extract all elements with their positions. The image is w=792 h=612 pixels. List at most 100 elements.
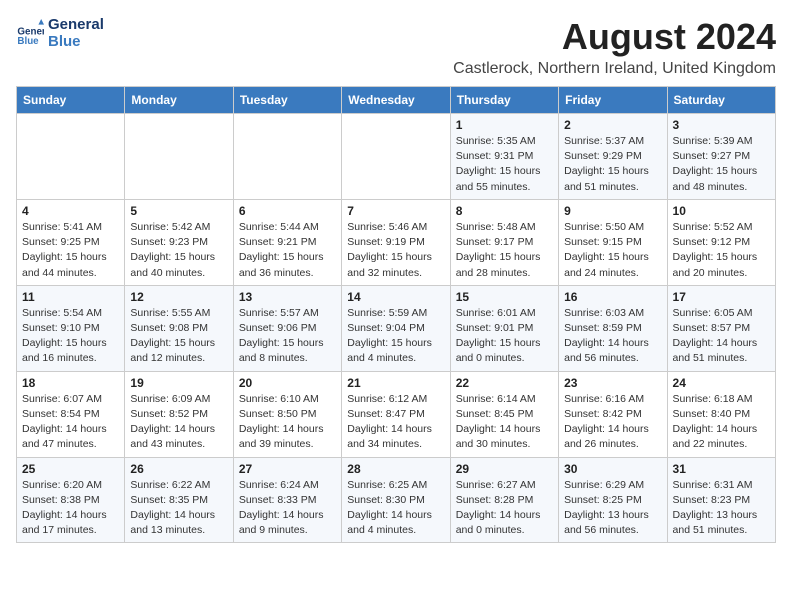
day-detail: Sunrise: 6:31 AMSunset: 8:23 PMDaylight:… <box>673 478 770 539</box>
calendar-cell <box>233 114 341 200</box>
day-detail: Sunrise: 6:03 AMSunset: 8:59 PMDaylight:… <box>564 306 661 367</box>
day-detail: Sunrise: 6:10 AMSunset: 8:50 PMDaylight:… <box>239 392 336 453</box>
day-detail: Sunrise: 6:05 AMSunset: 8:57 PMDaylight:… <box>673 306 770 367</box>
day-detail: Sunrise: 6:14 AMSunset: 8:45 PMDaylight:… <box>456 392 553 453</box>
day-number: 6 <box>239 204 336 218</box>
day-detail: Sunrise: 5:42 AMSunset: 9:23 PMDaylight:… <box>130 220 227 281</box>
calendar-cell: 14 Sunrise: 5:59 AMSunset: 9:04 PMDayligh… <box>342 285 450 371</box>
calendar-cell <box>125 114 233 200</box>
weekday-header-thursday: Thursday <box>450 87 558 114</box>
day-number: 17 <box>673 290 770 304</box>
day-number: 15 <box>456 290 553 304</box>
day-detail: Sunrise: 5:35 AMSunset: 9:31 PMDaylight:… <box>456 134 553 195</box>
day-number: 7 <box>347 204 444 218</box>
day-number: 28 <box>347 462 444 476</box>
calendar-cell: 3 Sunrise: 5:39 AMSunset: 9:27 PMDaylight… <box>667 114 775 200</box>
logo-text-blue: Blue <box>48 33 104 50</box>
calendar-cell <box>17 114 125 200</box>
weekday-header-row: SundayMondayTuesdayWednesdayThursdayFrid… <box>17 87 776 114</box>
weekday-header-friday: Friday <box>559 87 667 114</box>
day-detail: Sunrise: 5:46 AMSunset: 9:19 PMDaylight:… <box>347 220 444 281</box>
day-number: 16 <box>564 290 661 304</box>
calendar-cell: 13Sunrise: 5:57 AMSunset: 9:06 PMDayligh… <box>233 285 341 371</box>
logo-icon: General Blue <box>16 19 44 47</box>
calendar-week-1: 1 Sunrise: 5:35 AMSunset: 9:31 PMDaylight… <box>17 114 776 200</box>
day-detail: Sunrise: 5:52 AMSunset: 9:12 PMDaylight:… <box>673 220 770 281</box>
weekday-header-tuesday: Tuesday <box>233 87 341 114</box>
day-number: 14 <box>347 290 444 304</box>
day-detail: Sunrise: 5:39 AMSunset: 9:27 PMDaylight:… <box>673 134 770 195</box>
weekday-header-wednesday: Wednesday <box>342 87 450 114</box>
day-number: 22 <box>456 376 553 390</box>
day-number: 19 <box>130 376 227 390</box>
day-detail: Sunrise: 6:09 AMSunset: 8:52 PMDaylight:… <box>130 392 227 453</box>
day-number: 11 <box>22 290 119 304</box>
day-detail: Sunrise: 6:24 AMSunset: 8:33 PMDaylight:… <box>239 478 336 539</box>
day-number: 1 <box>456 118 553 132</box>
calendar-cell: 9 Sunrise: 5:50 AMSunset: 9:15 PMDaylight… <box>559 199 667 285</box>
day-detail: Sunrise: 5:48 AMSunset: 9:17 PMDaylight:… <box>456 220 553 281</box>
day-number: 31 <box>673 462 770 476</box>
month-year-title: August 2024 <box>453 16 776 58</box>
day-number: 18 <box>22 376 119 390</box>
calendar-week-3: 11 Sunrise: 5:54 AMSunset: 9:10 PMDayligh… <box>17 285 776 371</box>
day-detail: Sunrise: 5:37 AMSunset: 9:29 PMDaylight:… <box>564 134 661 195</box>
calendar-cell: 10Sunrise: 5:52 AMSunset: 9:12 PMDayligh… <box>667 199 775 285</box>
day-number: 29 <box>456 462 553 476</box>
day-detail: Sunrise: 6:29 AMSunset: 8:25 PMDaylight:… <box>564 478 661 539</box>
calendar-cell: 17 Sunrise: 6:05 AMSunset: 8:57 PMDayligh… <box>667 285 775 371</box>
day-detail: Sunrise: 5:41 AMSunset: 9:25 PMDaylight:… <box>22 220 119 281</box>
day-detail: Sunrise: 6:01 AMSunset: 9:01 PMDaylight:… <box>456 306 553 367</box>
day-detail: Sunrise: 6:18 AMSunset: 8:40 PMDaylight:… <box>673 392 770 453</box>
day-detail: Sunrise: 6:27 AMSunset: 8:28 PMDaylight:… <box>456 478 553 539</box>
calendar-cell: 30 Sunrise: 6:29 AMSunset: 8:25 PMDayligh… <box>559 457 667 543</box>
calendar-cell: 26 Sunrise: 6:22 AMSunset: 8:35 PMDayligh… <box>125 457 233 543</box>
calendar-cell: 8Sunrise: 5:48 AMSunset: 9:17 PMDaylight… <box>450 199 558 285</box>
day-detail: Sunrise: 5:54 AMSunset: 9:10 PMDaylight:… <box>22 306 119 367</box>
calendar-cell: 24 Sunrise: 6:18 AMSunset: 8:40 PMDayligh… <box>667 371 775 457</box>
weekday-header-monday: Monday <box>125 87 233 114</box>
calendar-cell: 7 Sunrise: 5:46 AMSunset: 9:19 PMDaylight… <box>342 199 450 285</box>
day-number: 12 <box>130 290 227 304</box>
calendar-week-5: 25 Sunrise: 6:20 AMSunset: 8:38 PMDayligh… <box>17 457 776 543</box>
calendar-cell: 11 Sunrise: 5:54 AMSunset: 9:10 PMDayligh… <box>17 285 125 371</box>
day-number: 3 <box>673 118 770 132</box>
day-detail: Sunrise: 6:07 AMSunset: 8:54 PMDaylight:… <box>22 392 119 453</box>
location-subtitle: Castlerock, Northern Ireland, United Kin… <box>453 60 776 78</box>
day-detail: Sunrise: 6:20 AMSunset: 8:38 PMDaylight:… <box>22 478 119 539</box>
calendar-cell: 31 Sunrise: 6:31 AMSunset: 8:23 PMDayligh… <box>667 457 775 543</box>
calendar-cell: 21Sunrise: 6:12 AMSunset: 8:47 PMDayligh… <box>342 371 450 457</box>
calendar-cell: 27 Sunrise: 6:24 AMSunset: 8:33 PMDayligh… <box>233 457 341 543</box>
day-number: 24 <box>673 376 770 390</box>
calendar-cell: 19 Sunrise: 6:09 AMSunset: 8:52 PMDayligh… <box>125 371 233 457</box>
logo: General Blue General Blue <box>16 16 104 51</box>
calendar-cell: 12Sunrise: 5:55 AMSunset: 9:08 PMDayligh… <box>125 285 233 371</box>
day-detail: Sunrise: 5:59 AMSunset: 9:04 PMDaylight:… <box>347 306 444 367</box>
svg-text:Blue: Blue <box>17 36 39 47</box>
calendar-cell <box>342 114 450 200</box>
day-detail: Sunrise: 6:25 AMSunset: 8:30 PMDaylight:… <box>347 478 444 539</box>
day-number: 25 <box>22 462 119 476</box>
day-number: 9 <box>564 204 661 218</box>
calendar-cell: 4 Sunrise: 5:41 AMSunset: 9:25 PMDaylight… <box>17 199 125 285</box>
calendar-cell: 1 Sunrise: 5:35 AMSunset: 9:31 PMDaylight… <box>450 114 558 200</box>
day-number: 21 <box>347 376 444 390</box>
day-detail: Sunrise: 6:22 AMSunset: 8:35 PMDaylight:… <box>130 478 227 539</box>
calendar-table: SundayMondayTuesdayWednesdayThursdayFrid… <box>16 86 776 543</box>
weekday-header-saturday: Saturday <box>667 87 775 114</box>
weekday-header-sunday: Sunday <box>17 87 125 114</box>
calendar-cell: 28 Sunrise: 6:25 AMSunset: 8:30 PMDayligh… <box>342 457 450 543</box>
calendar-cell: 23Sunrise: 6:16 AMSunset: 8:42 PMDayligh… <box>559 371 667 457</box>
day-number: 20 <box>239 376 336 390</box>
title-block: August 2024 Castlerock, Northern Ireland… <box>453 16 776 78</box>
day-number: 26 <box>130 462 227 476</box>
day-detail: Sunrise: 5:44 AMSunset: 9:21 PMDaylight:… <box>239 220 336 281</box>
day-number: 4 <box>22 204 119 218</box>
calendar-cell: 22 Sunrise: 6:14 AMSunset: 8:45 PMDayligh… <box>450 371 558 457</box>
day-detail: Sunrise: 5:50 AMSunset: 9:15 PMDaylight:… <box>564 220 661 281</box>
calendar-cell: 6 Sunrise: 5:44 AMSunset: 9:21 PMDaylight… <box>233 199 341 285</box>
day-number: 30 <box>564 462 661 476</box>
calendar-cell: 18 Sunrise: 6:07 AMSunset: 8:54 PMDayligh… <box>17 371 125 457</box>
day-number: 5 <box>130 204 227 218</box>
day-number: 27 <box>239 462 336 476</box>
